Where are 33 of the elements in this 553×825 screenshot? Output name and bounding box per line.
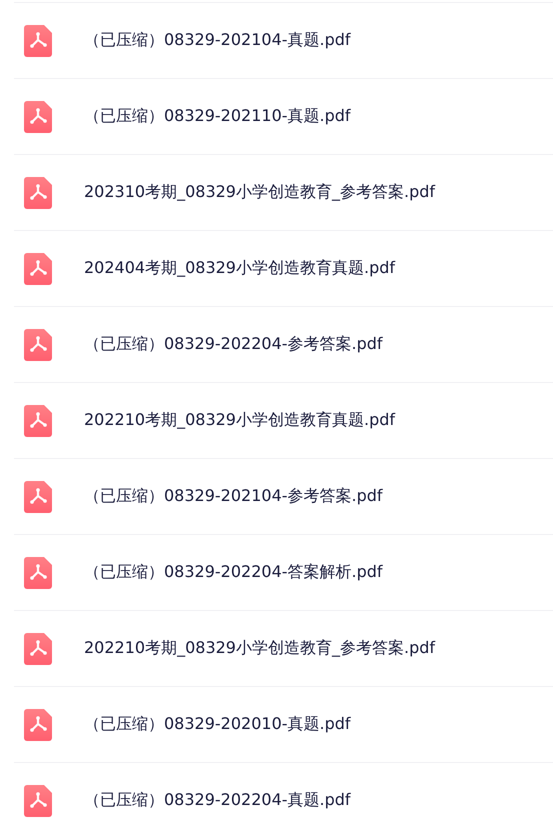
file-row[interactable]: 202210考期_08329小学创造教育_参考答案.pdf <box>14 610 553 686</box>
file-name: （已压缩）08329-202010-真题.pdf <box>84 714 351 735</box>
file-name: 202310考期_08329小学创造教育_参考答案.pdf <box>84 182 436 203</box>
file-row[interactable]: （已压缩）08329-202104-参考答案.pdf <box>14 458 553 534</box>
file-row[interactable]: （已压缩）08329-202104-真题.pdf <box>14 2 553 78</box>
file-name: （已压缩）08329-202204-真题.pdf <box>84 790 351 811</box>
file-name: 202210考期_08329小学创造教育_参考答案.pdf <box>84 638 436 659</box>
pdf-file-icon <box>24 404 52 436</box>
file-row[interactable]: 202310考期_08329小学创造教育_参考答案.pdf <box>14 154 553 230</box>
pdf-file-icon <box>24 784 52 816</box>
pdf-file-icon <box>24 556 52 588</box>
pdf-file-icon <box>24 252 52 284</box>
file-row[interactable]: （已压缩）08329-202204-参考答案.pdf <box>14 306 553 382</box>
pdf-file-icon <box>24 632 52 664</box>
pdf-file-icon <box>24 328 52 360</box>
file-name: 202404考期_08329小学创造教育真题.pdf <box>84 258 396 279</box>
file-name: （已压缩）08329-202204-答案解析.pdf <box>84 562 383 583</box>
file-name: 202210考期_08329小学创造教育真题.pdf <box>84 410 396 431</box>
file-row[interactable]: （已压缩）08329-202010-真题.pdf <box>14 686 553 762</box>
file-name: （已压缩）08329-202104-参考答案.pdf <box>84 486 383 507</box>
pdf-file-icon <box>24 100 52 132</box>
pdf-file-icon <box>24 480 52 512</box>
file-name: （已压缩）08329-202104-真题.pdf <box>84 30 351 51</box>
file-name: （已压缩）08329-202110-真题.pdf <box>84 106 351 127</box>
file-row[interactable]: （已压缩）08329-202204-真题.pdf <box>14 762 553 825</box>
file-name: （已压缩）08329-202204-参考答案.pdf <box>84 334 383 355</box>
pdf-file-icon <box>24 24 52 56</box>
file-row[interactable]: 202210考期_08329小学创造教育真题.pdf <box>14 382 553 458</box>
file-row[interactable]: （已压缩）08329-202204-答案解析.pdf <box>14 534 553 610</box>
pdf-file-icon <box>24 708 52 740</box>
file-row[interactable]: 202404考期_08329小学创造教育真题.pdf <box>14 230 553 306</box>
file-row[interactable]: （已压缩）08329-202110-真题.pdf <box>14 78 553 154</box>
pdf-file-icon <box>24 176 52 208</box>
